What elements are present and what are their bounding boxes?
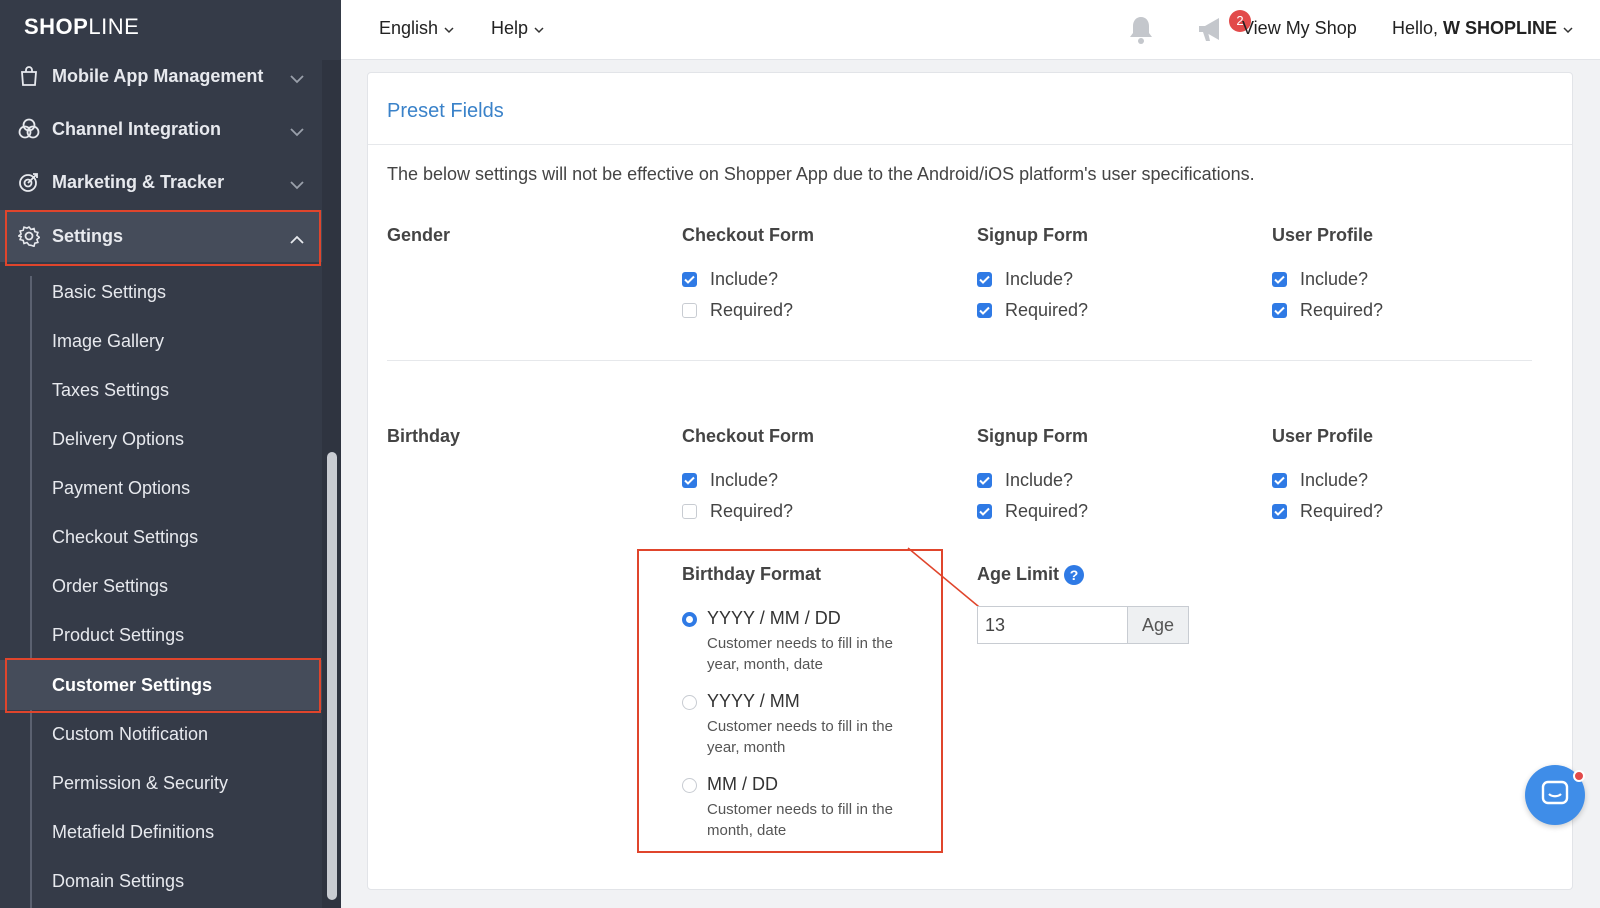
preset-fields-card: Preset Fields The below settings will no… xyxy=(367,72,1573,890)
age-limit-title: Age Limit ? xyxy=(977,564,1085,585)
chevron-down-icon xyxy=(290,121,304,142)
checkbox-unchecked-icon[interactable] xyxy=(682,504,697,519)
chat-icon xyxy=(1541,779,1569,812)
sidebar-item-metafield-definitions[interactable]: Metafield Definitions xyxy=(0,808,322,856)
sidebar-group-settings[interactable]: Settings xyxy=(0,210,322,262)
bell-icon[interactable] xyxy=(1126,14,1156,51)
language-dropdown[interactable]: English xyxy=(379,18,454,39)
birthday-format-title: Birthday Format xyxy=(682,564,822,584)
checkbox-checked-icon[interactable] xyxy=(682,473,697,488)
birthday-signup-required-checkbox[interactable]: Required? xyxy=(977,501,1088,522)
sidebar-item-domain-settings[interactable]: Domain Settings xyxy=(0,857,322,905)
field-label-birthday: Birthday xyxy=(387,426,461,446)
chevron-down-icon xyxy=(1563,18,1573,39)
gender-profile-include-checkbox[interactable]: Include? xyxy=(1272,269,1368,290)
option-label: YYYY / MM / DD xyxy=(707,608,841,628)
column-header-signup: Signup Form xyxy=(977,225,1088,245)
megaphone-icon[interactable] xyxy=(1196,14,1230,51)
chevron-down-icon xyxy=(534,18,544,39)
sidebar-group-label: Marketing & Tracker xyxy=(52,171,225,192)
card-title: Preset Fields xyxy=(387,100,504,122)
sidebar-item-basic-settings[interactable]: Basic Settings xyxy=(0,268,322,316)
checkbox-unchecked-icon[interactable] xyxy=(682,303,697,318)
checkbox-checked-icon[interactable] xyxy=(977,272,992,287)
help-dropdown[interactable]: Help xyxy=(491,18,544,39)
gear-icon xyxy=(18,225,40,247)
sidebar-item-payment-options[interactable]: Payment Options xyxy=(0,464,322,512)
chat-notification-dot xyxy=(1573,770,1585,782)
divider xyxy=(387,360,1532,361)
option-description: Customer needs to fill in the year, mont… xyxy=(707,635,893,673)
chevron-down-icon xyxy=(290,68,304,89)
birthday-checkout-required-checkbox[interactable]: Required? xyxy=(682,501,793,522)
gender-profile-required-checkbox[interactable]: Required? xyxy=(1272,300,1383,321)
sidebar-item-custom-notification[interactable]: Custom Notification xyxy=(0,710,322,758)
gender-signup-required-checkbox[interactable]: Required? xyxy=(977,300,1088,321)
sidebar-group-label: Mobile App Management xyxy=(52,65,264,86)
age-limit-input[interactable] xyxy=(977,606,1127,644)
page-scrollbar[interactable] xyxy=(1592,60,1600,908)
birthday-profile-required-checkbox[interactable]: Required? xyxy=(1272,501,1383,522)
platform-notice: The below settings will not be effective… xyxy=(387,164,1255,184)
sidebar-item-delivery-options[interactable]: Delivery Options xyxy=(0,415,322,463)
chevron-down-icon xyxy=(444,18,454,39)
column-header-checkout: Checkout Form xyxy=(682,225,815,245)
checkbox-checked-icon[interactable] xyxy=(1272,504,1287,519)
sidebar-item-permission-security[interactable]: Permission & Security xyxy=(0,759,322,807)
sidebar-item-customer-settings[interactable]: Customer Settings xyxy=(0,660,322,710)
option-label: YYYY / MM xyxy=(707,691,800,711)
top-bar: English Help 2 View My Shop Hello, W SHOP… xyxy=(341,0,1600,60)
checkbox-checked-icon[interactable] xyxy=(1272,303,1287,318)
target-icon xyxy=(18,171,40,193)
checkbox-checked-icon[interactable] xyxy=(977,504,992,519)
sidebar-scrollbar-thumb[interactable] xyxy=(327,452,337,900)
user-menu[interactable]: Hello, W SHOPLINE xyxy=(1392,18,1573,39)
sidebar: SHOPLINE Mobile App Management Channel I… xyxy=(0,0,341,908)
gender-signup-include-checkbox[interactable]: Include? xyxy=(977,269,1073,290)
option-label: MM / DD xyxy=(707,774,778,794)
column-header-profile: User Profile xyxy=(1272,426,1374,446)
sidebar-group-channel-integration[interactable]: Channel Integration xyxy=(0,103,322,155)
sidebar-item-checkout-settings[interactable]: Checkout Settings xyxy=(0,513,322,561)
checkbox-checked-icon[interactable] xyxy=(977,473,992,488)
age-unit-addon: Age xyxy=(1127,606,1189,644)
option-description: Customer needs to fill in the month, dat… xyxy=(707,801,893,839)
sidebar-group-marketing[interactable]: Marketing & Tracker xyxy=(0,156,322,208)
column-header-profile: User Profile xyxy=(1272,225,1374,245)
radio-unselected-icon[interactable] xyxy=(682,695,697,710)
radio-selected-icon[interactable] xyxy=(682,612,697,627)
birthday-checkout-include-checkbox[interactable]: Include? xyxy=(682,470,778,491)
checkbox-checked-icon[interactable] xyxy=(977,303,992,318)
sidebar-group-mobile-app[interactable]: Mobile App Management xyxy=(0,50,322,102)
column-header-checkout: Checkout Form xyxy=(682,426,815,446)
bag-icon xyxy=(18,65,40,87)
option-description: Customer needs to fill in the year, mont… xyxy=(707,718,893,756)
birthday-format-option-md[interactable]: MM / DD Customer needs to fill in the mo… xyxy=(682,774,917,841)
column-header-signup: Signup Form xyxy=(977,426,1088,446)
sidebar-item-image-gallery[interactable]: Image Gallery xyxy=(0,317,322,365)
channels-icon xyxy=(18,118,40,140)
field-label-gender: Gender xyxy=(387,225,451,245)
gender-checkout-required-checkbox[interactable]: Required? xyxy=(682,300,793,321)
checkbox-checked-icon[interactable] xyxy=(1272,272,1287,287)
sidebar-item-taxes-settings[interactable]: Taxes Settings xyxy=(0,366,322,414)
birthday-signup-include-checkbox[interactable]: Include? xyxy=(977,470,1073,491)
sidebar-group-label: Settings xyxy=(52,225,124,246)
divider xyxy=(368,144,1572,145)
view-my-shop-link[interactable]: View My Shop xyxy=(1242,18,1357,39)
birthday-format-option-ymd[interactable]: YYYY / MM / DD Customer needs to fill in… xyxy=(682,608,917,675)
checkbox-checked-icon[interactable] xyxy=(682,272,697,287)
sidebar-item-order-settings[interactable]: Order Settings xyxy=(0,562,322,610)
sidebar-item-product-settings[interactable]: Product Settings xyxy=(0,611,322,659)
radio-unselected-icon[interactable] xyxy=(682,778,697,793)
birthday-format-option-ym[interactable]: YYYY / MM Customer needs to fill in the … xyxy=(682,691,917,758)
question-icon[interactable]: ? xyxy=(1064,564,1085,585)
checkbox-checked-icon[interactable] xyxy=(1272,473,1287,488)
shopline-logo[interactable]: SHOPLINE xyxy=(24,14,139,40)
gender-checkout-include-checkbox[interactable]: Include? xyxy=(682,269,778,290)
chevron-down-icon xyxy=(290,174,304,195)
sidebar-group-label: Channel Integration xyxy=(52,118,222,139)
birthday-profile-include-checkbox[interactable]: Include? xyxy=(1272,470,1368,491)
chevron-up-icon xyxy=(290,228,304,249)
